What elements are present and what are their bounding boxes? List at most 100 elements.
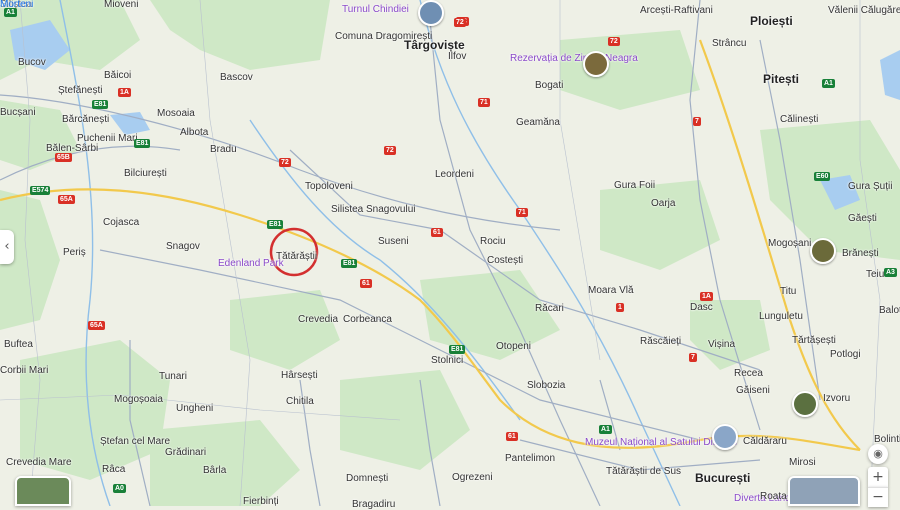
place-label[interactable]: Mirosi (789, 458, 816, 468)
place-label[interactable]: Tătărăștii (276, 252, 317, 262)
place-label[interactable]: Strâncu (712, 39, 746, 49)
place-label[interactable]: Bucșani (0, 108, 36, 118)
place-label[interactable]: Stolnici (431, 356, 463, 366)
place-label[interactable]: Călinești (780, 115, 818, 125)
place-label[interactable]: Răcari (535, 304, 564, 314)
place-label[interactable]: Brănești (842, 249, 879, 259)
place-label[interactable]: București (695, 472, 750, 484)
place-label[interactable]: Rociu (480, 237, 506, 247)
place-label[interactable]: Geamăna (516, 118, 560, 128)
photo-thumbnail-muzeul[interactable] (792, 391, 818, 417)
photo-thumbnail-zimbri[interactable] (583, 51, 609, 77)
place-label[interactable]: Lunguletu (759, 312, 803, 322)
road-shield: A1 (599, 425, 612, 434)
place-label[interactable]: Comuna Dragomirești (335, 32, 432, 42)
place-label[interactable]: Pantelimon (505, 454, 555, 464)
place-label[interactable]: Potlogi (830, 350, 861, 360)
photo-thumbnail-edenland[interactable] (810, 238, 836, 264)
place-label[interactable]: Arcești-Raftivani (640, 6, 713, 16)
photo-thumbnail-turnul[interactable] (418, 0, 444, 26)
place-label[interactable]: Mogoșani (768, 239, 811, 249)
place-label[interactable]: Ogrezeni (452, 473, 493, 483)
place-label[interactable]: Mogoșoaia (114, 395, 163, 405)
place-label[interactable]: Ștefănești (58, 86, 102, 96)
place-label[interactable]: Râca (102, 465, 125, 475)
place-label[interactable]: Ungheni (176, 404, 213, 414)
place-label[interactable]: Silistea Snagovului (331, 205, 416, 215)
place-label[interactable]: Tunari (159, 372, 187, 382)
place-label[interactable]: Tătărăștii de Sus (606, 467, 681, 477)
place-label[interactable]: Gura Șuții (848, 182, 892, 192)
place-label[interactable]: Rezervația de Zimbri Neagra (510, 54, 638, 64)
place-label[interactable]: Corbii Mari (0, 366, 48, 376)
place-label[interactable]: Oarja (651, 199, 675, 209)
place-label[interactable]: Pitești (763, 73, 799, 85)
road-shield: 61 (506, 432, 518, 441)
place-label[interactable]: Bârla (203, 466, 226, 476)
place-label[interactable]: Chitila (286, 397, 314, 407)
collapse-panel-button[interactable]: ‹ (0, 230, 14, 264)
place-label[interactable]: Bărcănești (62, 115, 109, 125)
place-label[interactable]: Buftea (4, 340, 33, 350)
place-label[interactable]: Hârsești (281, 371, 318, 381)
place-label[interactable]: Periș (63, 248, 86, 258)
place-label[interactable]: Turnul Chindiei (342, 5, 409, 15)
place-label[interactable]: Bucov (18, 58, 46, 68)
place-label[interactable]: Găiseni (736, 386, 770, 396)
place-label[interactable]: Bragadiru (352, 500, 395, 510)
place-label[interactable]: Balotești (879, 306, 900, 316)
place-label[interactable]: Vișina (708, 340, 735, 350)
road-shield: 65B (55, 153, 72, 162)
place-label[interactable]: Vălenii Călugărească (828, 6, 900, 16)
place-label[interactable]: Ilfov (448, 52, 466, 62)
place-label[interactable]: Puchenii Mari (77, 134, 138, 144)
place-label[interactable]: Răscăieți (640, 337, 681, 347)
place-label[interactable]: Slobozia (527, 381, 565, 391)
place-label[interactable]: Costești (487, 256, 523, 266)
place-label[interactable]: Tărtășești (792, 336, 836, 346)
zoom-in-button[interactable]: + (868, 467, 888, 487)
place-label[interactable]: Bascov (220, 73, 253, 83)
place-label[interactable]: Ștefan cel Mare (100, 437, 170, 447)
place-label[interactable]: Bradu (210, 145, 237, 155)
road-shield: 1A (700, 292, 713, 301)
place-label[interactable]: Snagov (166, 242, 200, 252)
place-label[interactable]: Bilciurești (124, 169, 167, 179)
place-label[interactable]: Crevedia Mare (6, 458, 72, 468)
road-shield: E81 (449, 345, 466, 354)
place-label[interactable]: Dasc (690, 303, 713, 313)
place-label[interactable]: Bogati (535, 81, 563, 91)
place-label[interactable]: Cojasca (103, 218, 139, 228)
place-label[interactable]: Topoloveni (305, 182, 353, 192)
street-view-thumbnail[interactable] (788, 476, 860, 506)
place-label[interactable]: Grădinari (165, 448, 206, 458)
place-label[interactable]: Albota (180, 128, 208, 138)
place-label[interactable]: Gura Foii (614, 181, 655, 191)
place-label[interactable]: Băicoi (104, 71, 131, 81)
layers-thumbnail[interactable] (15, 476, 71, 506)
place-label[interactable]: Titu (780, 287, 796, 297)
place-label[interactable]: Leordeni (435, 170, 474, 180)
place-label[interactable]: Crevedia (298, 315, 338, 325)
place-label[interactable]: Otopeni (496, 342, 531, 352)
place-label[interactable]: Corbeanca (343, 315, 392, 325)
place-label[interactable]: Bălen-Sârbi (46, 144, 98, 154)
my-location-button[interactable]: ◉ (868, 444, 888, 464)
place-label[interactable]: Căldăraru (743, 437, 787, 447)
zoom-out-button[interactable]: − (868, 487, 888, 507)
place-label[interactable]: Recea (734, 369, 763, 379)
place-label[interactable]: Mioveni (104, 0, 138, 10)
road-shield: 61 (431, 228, 443, 237)
place-label[interactable]: Teiu (866, 270, 884, 280)
place-label[interactable]: Moara Vlă (588, 286, 634, 296)
place-label[interactable]: Domnești (346, 474, 388, 484)
place-label[interactable]: Mosoaia (157, 109, 195, 119)
photo-thumbnail-diverta[interactable] (712, 424, 738, 450)
road-shield: 72 (384, 146, 396, 155)
place-label[interactable]: Izvoru (823, 394, 850, 404)
place-label[interactable]: Edenland Park (218, 259, 284, 269)
road-shield: A1 (822, 79, 835, 88)
place-label[interactable]: Găești (848, 214, 877, 224)
place-label[interactable]: Suseni (378, 237, 409, 247)
place-label[interactable]: Ploiești (750, 15, 793, 27)
